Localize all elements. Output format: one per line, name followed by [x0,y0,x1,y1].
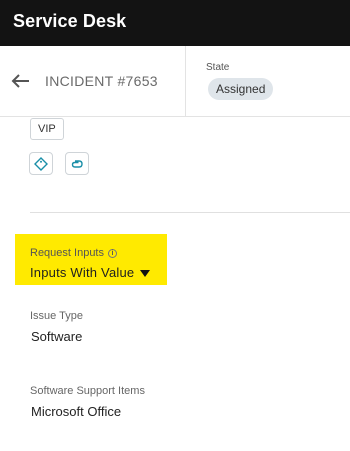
incident-header: INCIDENT #7653 State Assigned [0,46,350,117]
request-inputs-dropdown[interactable]: Inputs With Value [30,265,151,280]
arrow-left-icon [11,74,29,88]
request-inputs-label-text: Request Inputs [30,247,104,259]
state-label: State [206,62,230,73]
tag-icon [34,156,48,171]
app-title: Service Desk [13,11,127,31]
app-root: Service Desk INCIDENT #7653 State Assign… [0,0,350,451]
attachment-button[interactable] [65,152,89,175]
caret-down-icon [140,270,151,277]
request-inputs-selected: Inputs With Value [30,265,135,280]
paperclip-icon [71,159,83,168]
section-divider [30,212,350,213]
request-inputs-label: Request Inputs i [30,247,117,259]
software-support-items-label: Software Support Items [30,385,145,397]
issue-type-value: Software [31,329,83,344]
software-support-items-value: Microsoft Office [31,404,122,419]
app-bar: Service Desk [0,0,350,46]
info-icon[interactable]: i [108,248,117,258]
incident-number: INCIDENT #7653 [45,73,158,89]
vip-tag: VIP [30,118,64,140]
back-button[interactable] [10,70,32,92]
issue-type-label: Issue Type [30,310,83,322]
header-divider [185,46,186,117]
state-badge: Assigned [208,78,274,100]
tag-button[interactable] [29,152,53,175]
request-inputs-panel: Request Inputs i Inputs With Value [15,234,167,285]
